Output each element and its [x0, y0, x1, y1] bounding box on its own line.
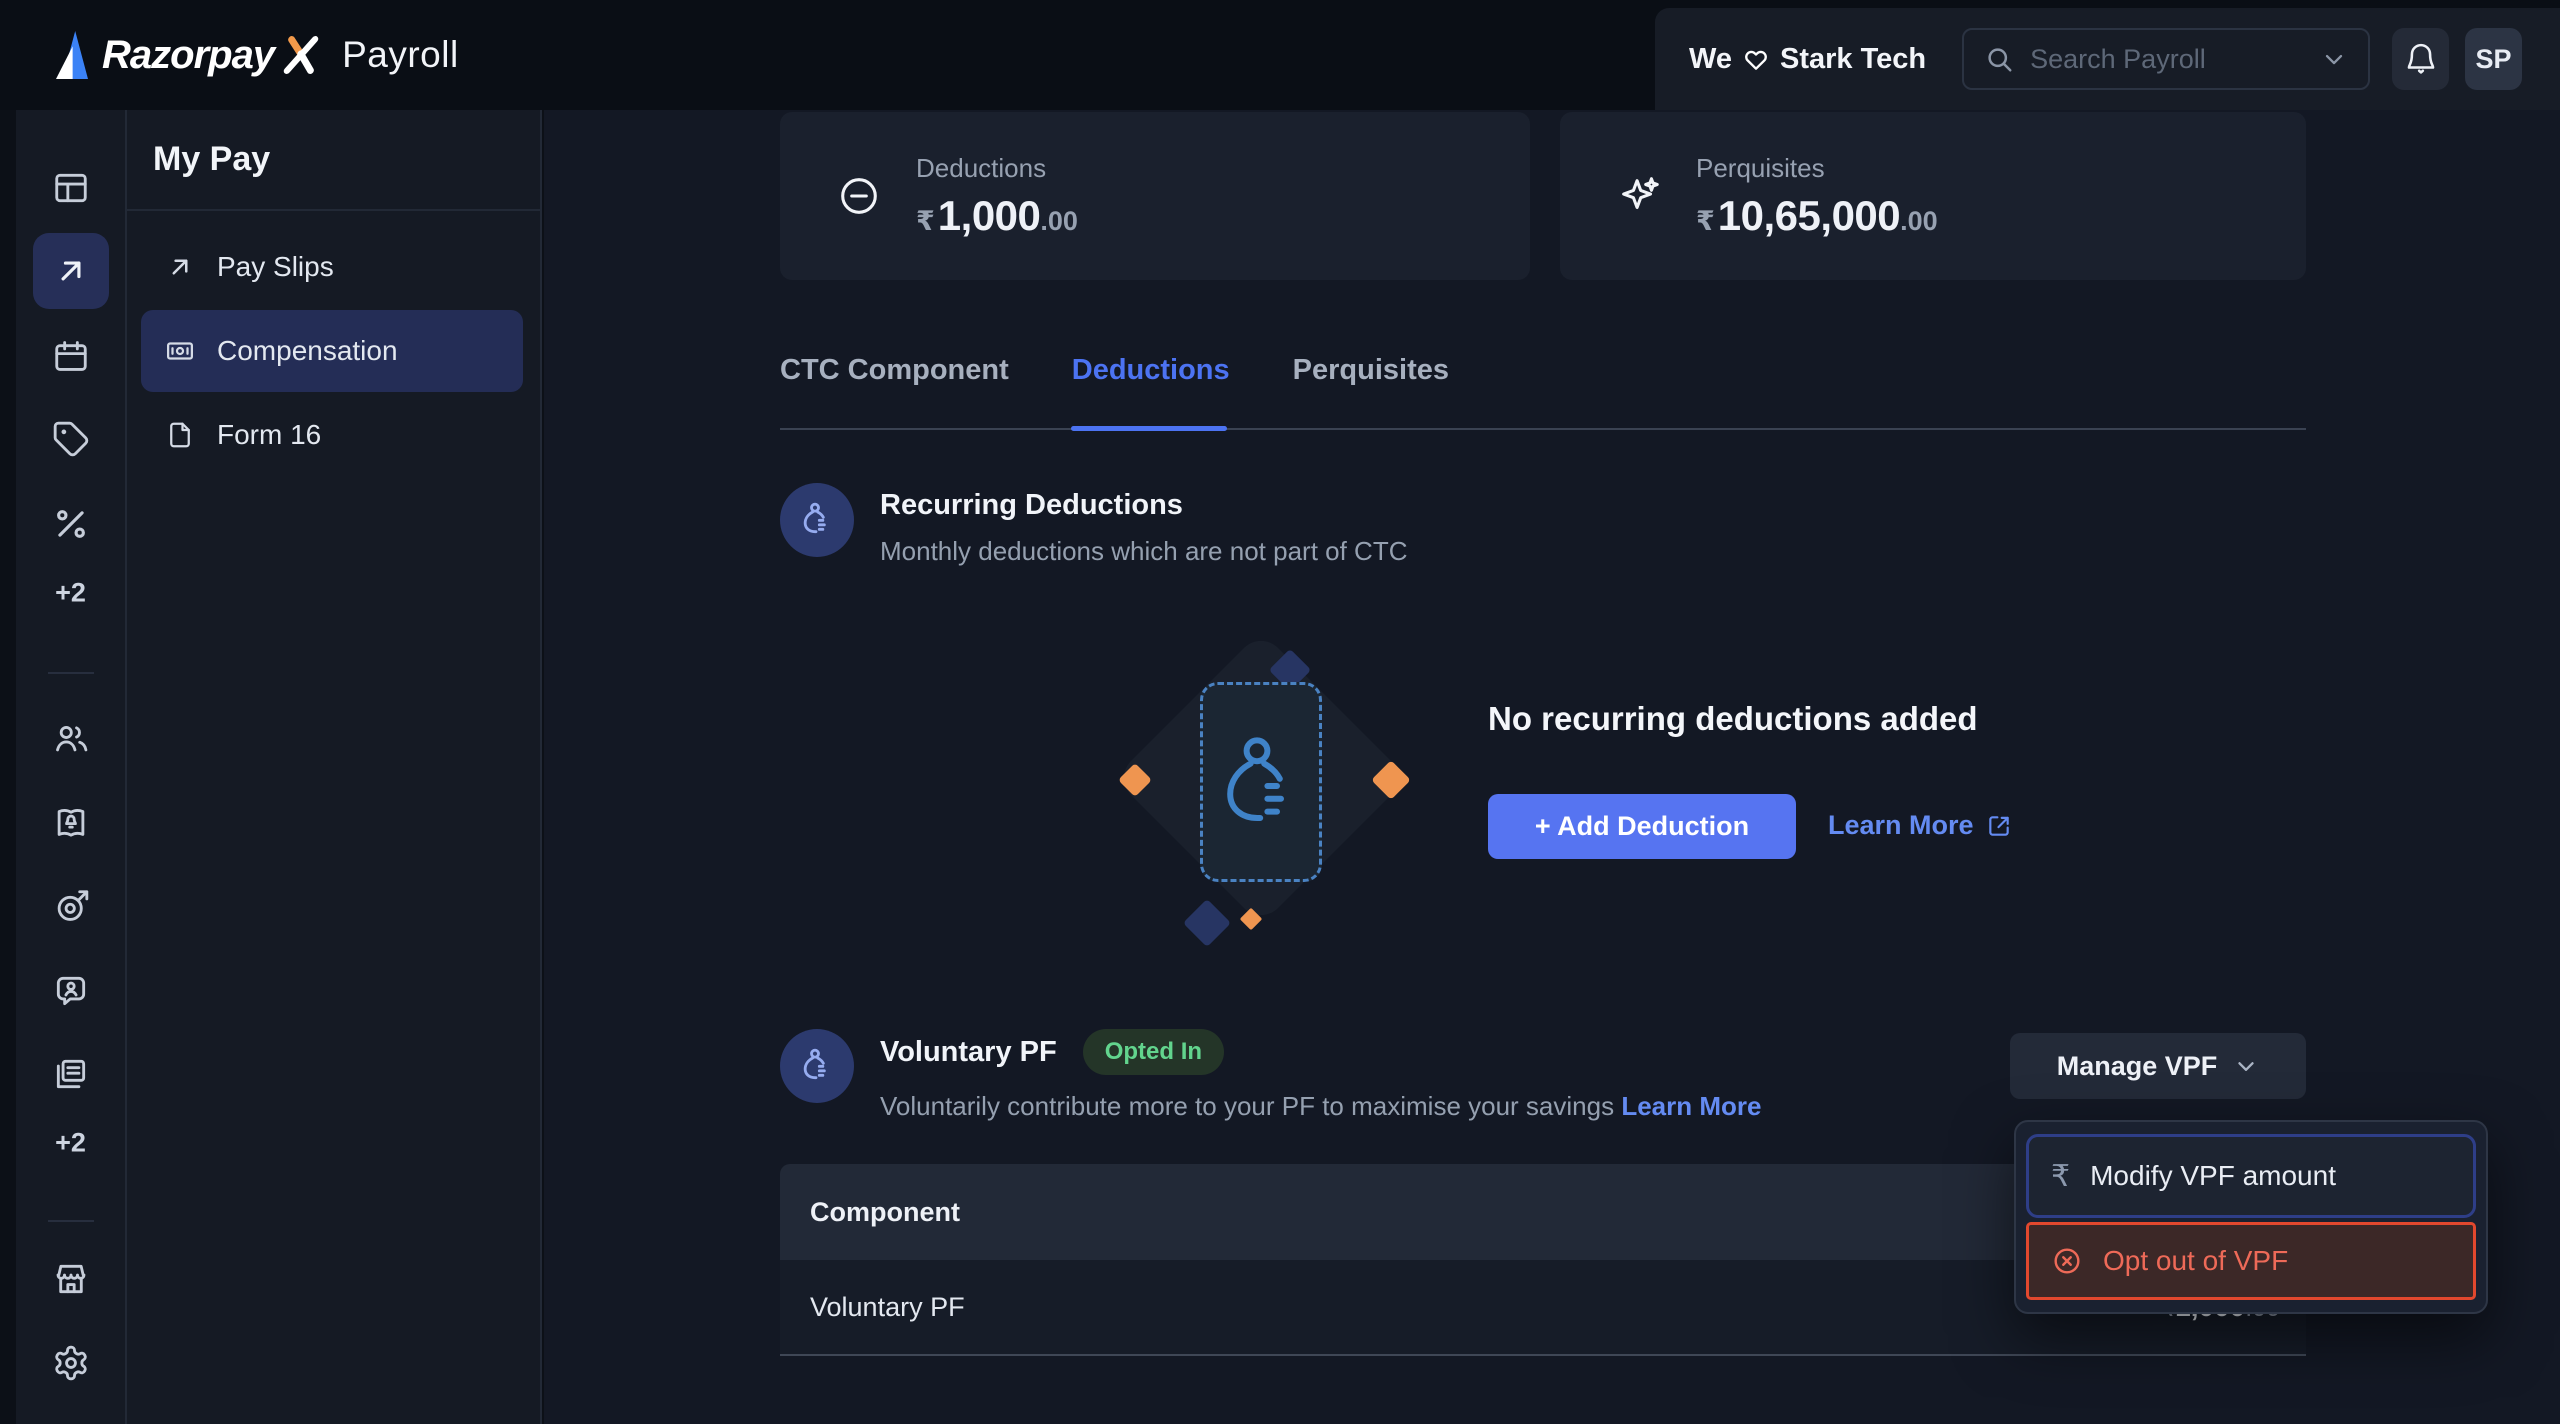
- company-prefix: We: [1689, 43, 1732, 76]
- sidebar-item-label: Form 16: [217, 419, 321, 451]
- avatar-initials: SP: [2476, 44, 2512, 75]
- tag-icon[interactable]: [52, 420, 90, 458]
- tab-track: [780, 428, 2306, 430]
- arrow-up-right-icon: [165, 252, 195, 282]
- money-bag-icon: [780, 1029, 854, 1103]
- chevron-down-icon[interactable]: [2320, 45, 2348, 73]
- sparkles-icon: [1616, 173, 1662, 219]
- heart-icon: [1742, 45, 1770, 73]
- circle-x-icon: [2051, 1245, 2083, 1277]
- company-name: Stark Tech: [1780, 43, 1926, 76]
- top-bar: Razorpay Payroll We Stark Tech: [0, 0, 2560, 110]
- tab-ctc-component[interactable]: CTC Component: [780, 354, 1009, 415]
- recurring-learn-more-link[interactable]: Learn More: [1828, 810, 2012, 841]
- arrow-up-right-icon: [52, 252, 90, 290]
- menu-item-opt-out-of-vpf[interactable]: Opt out of VPF: [2026, 1222, 2476, 1300]
- product-name: Payroll: [342, 34, 459, 76]
- user-avatar[interactable]: SP: [2465, 28, 2522, 90]
- policies-book-icon[interactable]: [52, 804, 90, 842]
- empty-state-title: No recurring deductions added: [1488, 700, 1978, 738]
- sidebar-divider: [127, 209, 540, 211]
- card-amount: ₹1,000.00: [916, 192, 1078, 240]
- sidebar-item-pay-slips[interactable]: Pay Slips: [141, 226, 523, 308]
- money-bag-icon: [780, 483, 854, 557]
- company-switcher[interactable]: We Stark Tech: [1689, 43, 1926, 76]
- gear-icon[interactable]: [52, 1344, 90, 1382]
- voluntary-pf-header: Voluntary PF Opted In Voluntarily contri…: [780, 1029, 1761, 1122]
- brand-name: Razorpay: [102, 33, 274, 78]
- deductions-summary-card: Deductions ₹1,000.00: [780, 112, 1530, 280]
- sidebar: My Pay Pay Slips Compensation Form 16: [127, 110, 542, 1424]
- target-arrow-icon[interactable]: [52, 887, 90, 925]
- banknote-icon: [165, 336, 195, 366]
- calendar-icon[interactable]: [52, 337, 90, 375]
- nav-rail-more-bottom[interactable]: +2: [55, 1128, 86, 1159]
- rupee-symbol: ₹: [1696, 206, 1715, 237]
- section-subtitle: Monthly deductions which are not part of…: [880, 536, 1407, 567]
- razorpay-logo-icon: [56, 31, 88, 79]
- row-component-name: Voluntary PF: [810, 1292, 965, 1323]
- money-bag-illustration: [1200, 682, 1322, 882]
- rail-divider: [48, 1220, 94, 1222]
- manage-vpf-dropdown: ₹ Modify VPF amount Opt out of VPF: [2014, 1120, 2488, 1314]
- vpf-learn-more-link[interactable]: Learn More: [1621, 1091, 1761, 1121]
- opted-in-badge: Opted In: [1083, 1029, 1224, 1075]
- section-subtitle: Voluntarily contribute more to your PF t…: [880, 1091, 1761, 1122]
- sidebar-item-label: Compensation: [217, 335, 398, 367]
- search-input[interactable]: [2030, 44, 2320, 75]
- recurring-deductions-header: Recurring Deductions Monthly deductions …: [780, 483, 1407, 567]
- section-title: Voluntary PF: [880, 1036, 1057, 1069]
- global-search[interactable]: [1962, 28, 2370, 90]
- store-icon[interactable]: [52, 1260, 90, 1298]
- rupee-symbol: ₹: [916, 206, 935, 237]
- sidebar-item-form-16[interactable]: Form 16: [141, 394, 523, 476]
- nav-rail-more-top[interactable]: +2: [55, 578, 86, 609]
- decor-diamond: [1183, 899, 1231, 947]
- main-content: Deductions ₹1,000.00 Perquisites ₹10,65,…: [544, 110, 2560, 1424]
- minus-circle-icon: [836, 173, 882, 219]
- tab-active-indicator: [1071, 426, 1227, 431]
- chevron-down-icon: [2233, 1053, 2259, 1079]
- sidebar-title: My Pay: [153, 140, 270, 179]
- bell-icon: [2404, 42, 2438, 76]
- card-amount: ₹10,65,000.00: [1696, 192, 1938, 240]
- notifications-button[interactable]: [2392, 28, 2449, 90]
- card-label: Deductions: [916, 153, 1078, 184]
- search-icon: [1984, 44, 2014, 74]
- card-label: Perquisites: [1696, 153, 1938, 184]
- column-header-component: Component: [810, 1197, 960, 1228]
- external-link-icon: [1986, 813, 2012, 839]
- perquisites-summary-card: Perquisites ₹10,65,000.00: [1560, 112, 2306, 280]
- brand-x: [281, 35, 321, 75]
- nav-rail: +2 +2: [16, 110, 127, 1424]
- tab-bar: CTC Component Deductions Perquisites: [780, 354, 1449, 415]
- dashboard-icon[interactable]: [52, 169, 90, 207]
- manage-vpf-button[interactable]: Manage VPF: [2010, 1033, 2306, 1099]
- payroll-app: Razorpay Payroll We Stark Tech: [0, 0, 2560, 1424]
- brand-logo[interactable]: Razorpay Payroll: [56, 0, 459, 110]
- header-right-panel: We Stark Tech SP: [1655, 8, 2560, 110]
- rupee-icon: ₹: [2051, 1159, 2070, 1194]
- people-icon[interactable]: [52, 719, 90, 757]
- rail-divider: [48, 672, 94, 674]
- support-chat-icon[interactable]: [52, 972, 90, 1010]
- file-icon: [165, 420, 195, 450]
- reports-icon[interactable]: [52, 1055, 90, 1093]
- percent-icon[interactable]: [52, 505, 90, 543]
- sidebar-item-label: Pay Slips: [217, 251, 334, 283]
- menu-item-modify-vpf-amount[interactable]: ₹ Modify VPF amount: [2026, 1134, 2476, 1218]
- tab-deductions[interactable]: Deductions: [1072, 354, 1230, 415]
- tab-perquisites[interactable]: Perquisites: [1293, 354, 1449, 415]
- section-title: Recurring Deductions: [880, 489, 1407, 522]
- nav-rail-item-my-pay-active[interactable]: [33, 233, 109, 309]
- add-deduction-button[interactable]: + Add Deduction: [1488, 794, 1796, 859]
- sidebar-item-compensation[interactable]: Compensation: [141, 310, 523, 392]
